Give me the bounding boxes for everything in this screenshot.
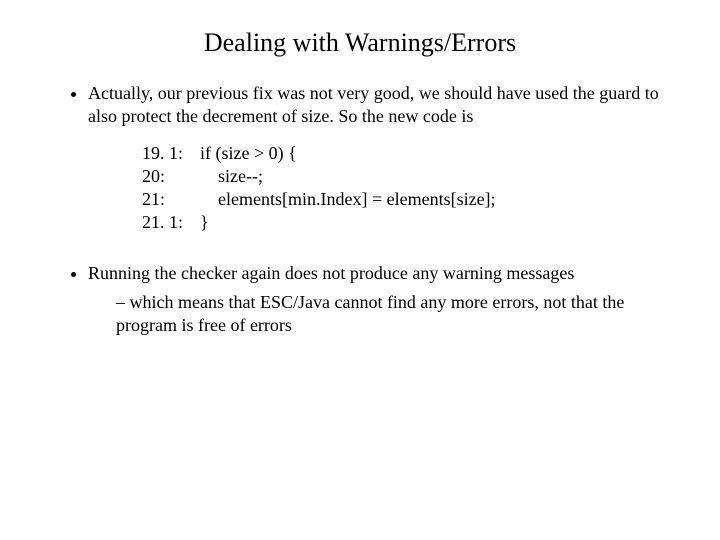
slide: Dealing with Warnings/Errors Actually, o… [0,0,720,540]
code-line-2-num: 20: [142,165,200,188]
bullet-list: Actually, our previous fix was not very … [50,82,670,128]
sub-bullet-list: which means that ESC/Java cannot find an… [88,291,670,337]
code-line-3-num: 21: [142,188,200,211]
bullet-list-2: Running the checker again does not produ… [50,262,670,337]
code-line-1-num: 19. 1: [142,142,200,165]
code-block: 19. 1: if (size > 0) { 20: size--; 21: e… [142,142,670,234]
code-line-4-txt: } [200,211,209,234]
sub-bullet-1: which means that ESC/Java cannot find an… [116,291,670,337]
code-line-1-txt: if (size > 0) { [200,142,297,165]
code-line-4: 21. 1: } [142,211,670,234]
code-line-4-num: 21. 1: [142,211,200,234]
bullet-1: Actually, our previous fix was not very … [88,82,670,128]
slide-title: Dealing with Warnings/Errors [50,28,670,58]
bullet-1-text: Actually, our previous fix was not very … [88,83,659,126]
bullet-2: Running the checker again does not produ… [88,262,670,337]
code-line-3-txt: elements[min.Index] = elements[size]; [200,188,496,211]
code-line-2-txt: size--; [200,165,263,188]
bullet-2-text: Running the checker again does not produ… [88,263,574,283]
code-line-1: 19. 1: if (size > 0) { [142,142,670,165]
sub-bullet-1-text: which means that ESC/Java cannot find an… [116,292,624,335]
code-line-3: 21: elements[min.Index] = elements[size]… [142,188,670,211]
code-line-2: 20: size--; [142,165,670,188]
